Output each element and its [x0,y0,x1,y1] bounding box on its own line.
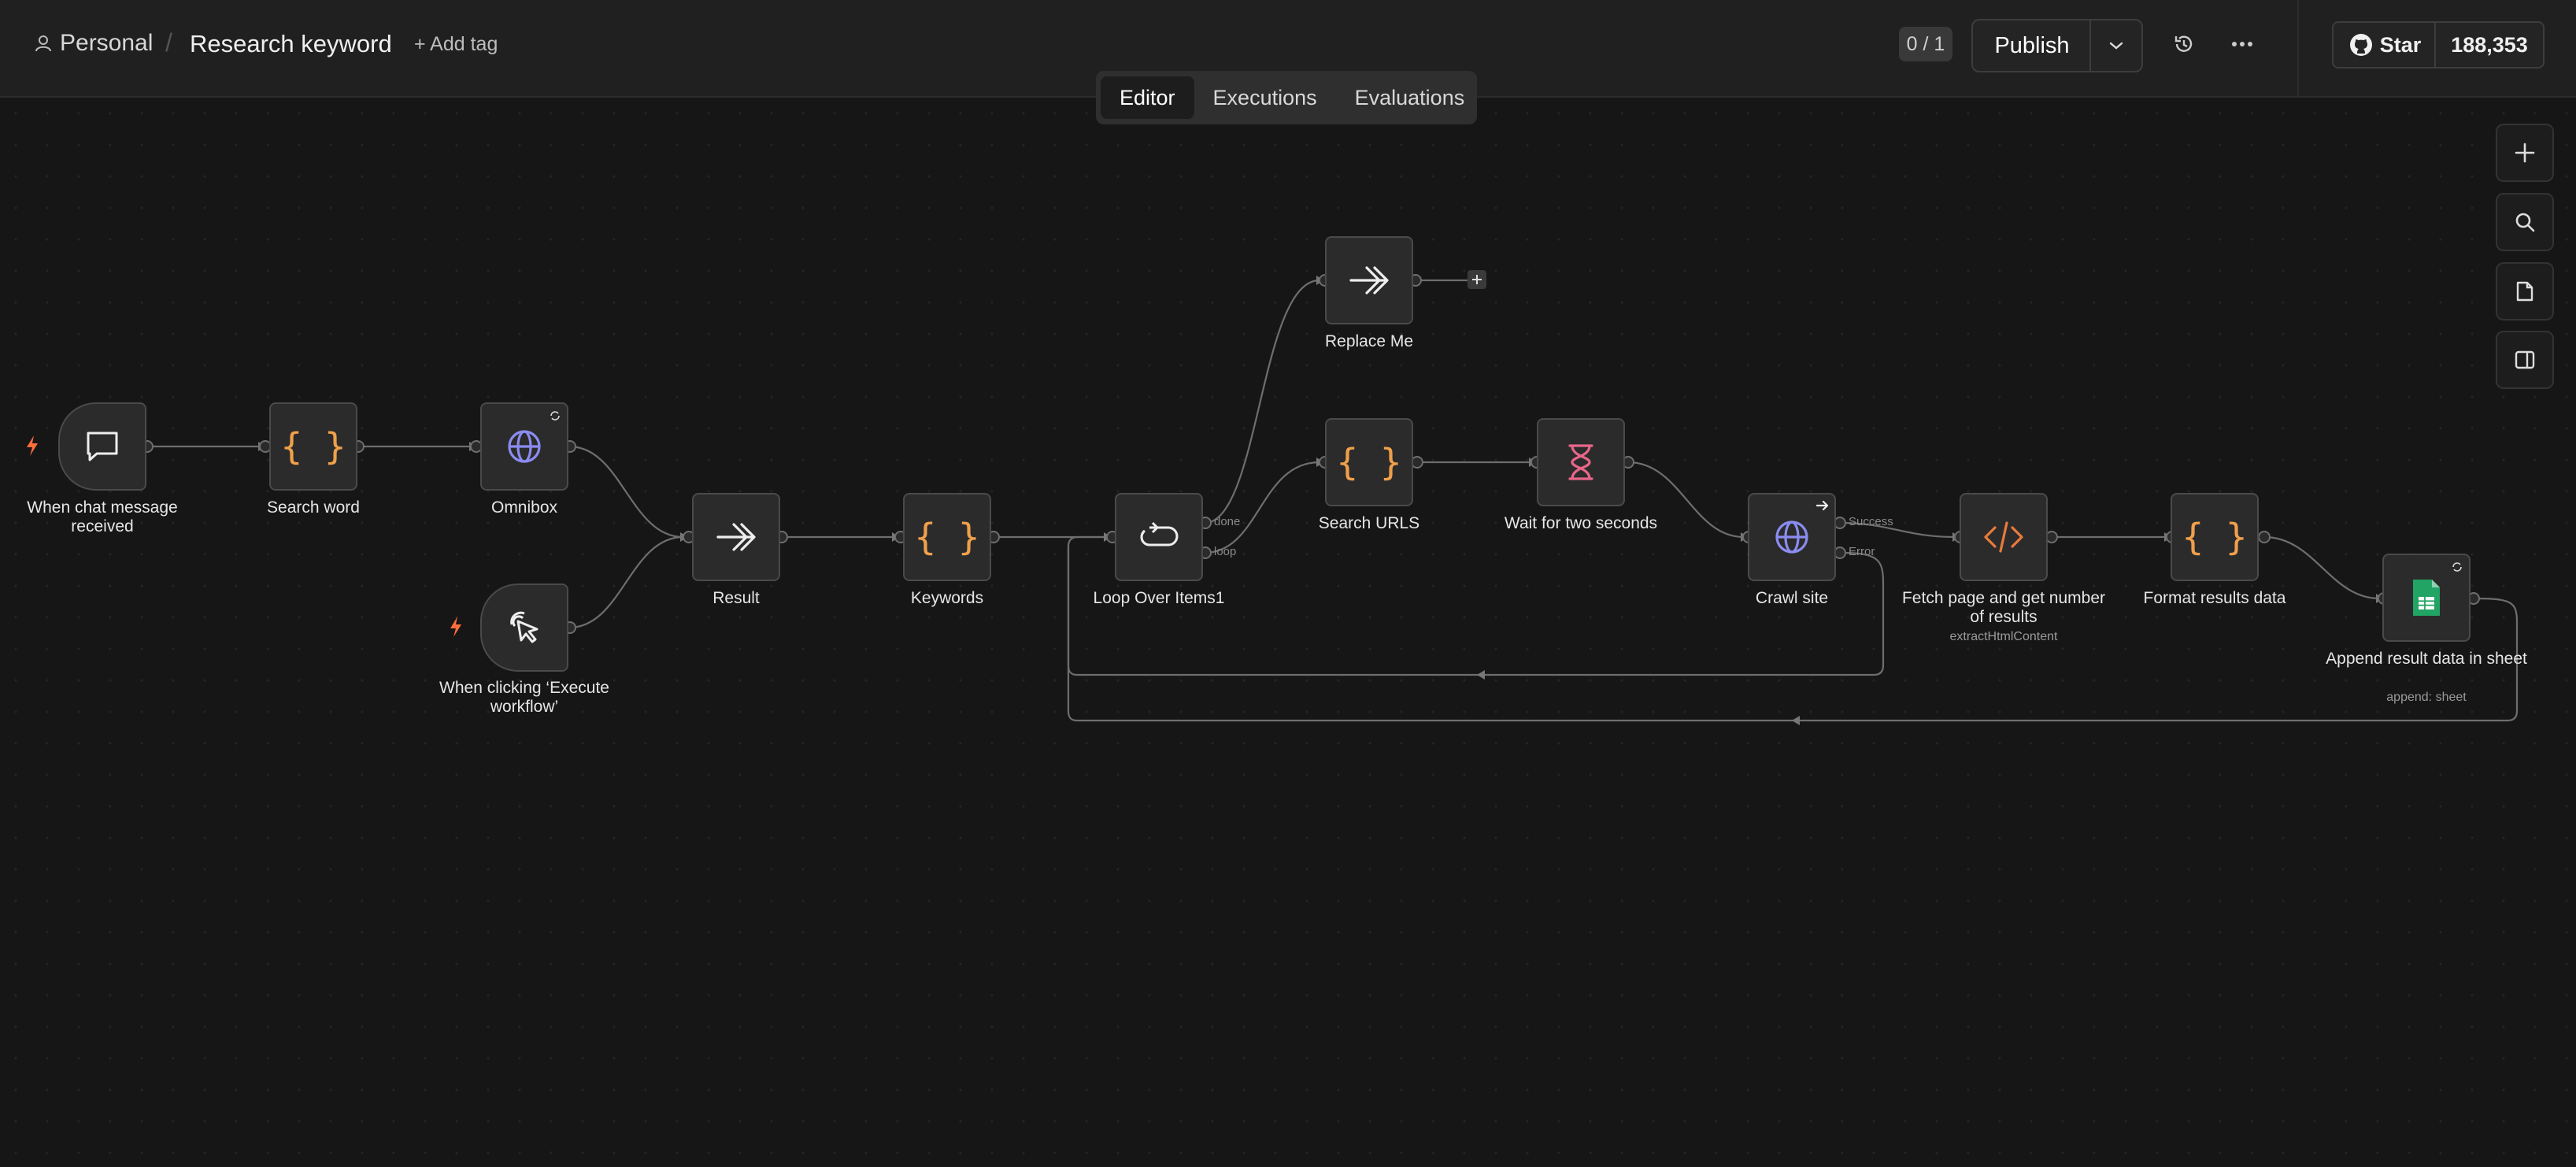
braces-icon: { } [280,425,346,468]
trigger-bolt-icon [27,435,38,456]
arrow-right-icon [1815,500,1829,511]
node-label: Format results data [2143,589,2286,607]
node-manual-trigger[interactable] [480,584,568,672]
node-search-urls[interactable]: { } [1325,418,1413,506]
node-omnibox[interactable] [480,402,568,491]
node-label: When chat message received [27,498,178,535]
node-label: Result [712,589,760,607]
loop-icon [1140,521,1179,546]
double-arrow-icon [716,523,756,551]
node-sublabel: extractHtmlContent [1949,630,2058,643]
node-label: Loop Over Items1 [1093,589,1225,607]
edge-loop-done-to-replaceme [1204,279,1320,524]
node-label: Crawl site [1755,589,1829,607]
refresh-icon [2452,562,2462,572]
output-label-success: Success [1849,515,1893,528]
node-label: When clicking ‘Execute workflow’ [439,679,609,716]
output-label-error: Error [1849,545,1875,558]
node-label: Wait for two seconds [1504,514,1658,532]
refresh-icon [550,411,560,420]
output-label-loop: loop [1214,545,1237,558]
node-label: Omnibox [490,498,558,517]
edge-loop-loop-to-searchurls [1204,461,1320,554]
edge-omnibox-to-result [568,445,684,539]
node-label: Search word [267,498,360,517]
node-chat-trigger[interactable] [58,402,146,491]
node-label: Keywords [910,589,984,607]
globe-icon [1775,521,1808,554]
double-arrow-icon [1349,266,1389,295]
globe-icon [508,430,541,463]
node-replace-me[interactable] [1325,236,1413,324]
arrow-left-append-loop [1792,716,1800,725]
node-search-word[interactable]: { } [269,402,357,491]
trigger-bolt-icon [450,617,461,637]
node-wait[interactable] [1537,418,1625,506]
node-fetch-page[interactable] [1960,493,2048,581]
node-label: Fetch page and get number of results [1901,589,2105,626]
arrow-left-error-loop [1477,670,1485,680]
node-loop-over-items[interactable] [1115,493,1203,581]
node-sublabel: append: sheet [2386,691,2467,704]
edge-manual-to-result [568,535,684,629]
node-append-sheet[interactable] [2382,554,2471,642]
output-label-done: done [1214,515,1241,528]
node-keywords[interactable]: { } [903,493,991,581]
node-label: Search URLS [1318,514,1420,532]
node-format-results[interactable]: { } [2171,493,2259,581]
node-label: Append result data in sheet [2326,650,2527,668]
code-icon [1984,521,2023,553]
google-sheets-icon [2413,580,2440,616]
node-crawl-site[interactable] [1748,493,1836,581]
hourglass-icon [1568,444,1593,480]
braces-icon: { } [2182,516,2248,558]
braces-icon: { } [914,516,980,558]
node-label: Replace Me [1324,332,1414,350]
node-result[interactable] [692,493,780,581]
chat-bubble-icon [87,432,118,461]
connection-lines [141,270,2519,725]
braces-icon: { } [1336,441,1402,483]
cursor-click-icon [510,611,539,643]
